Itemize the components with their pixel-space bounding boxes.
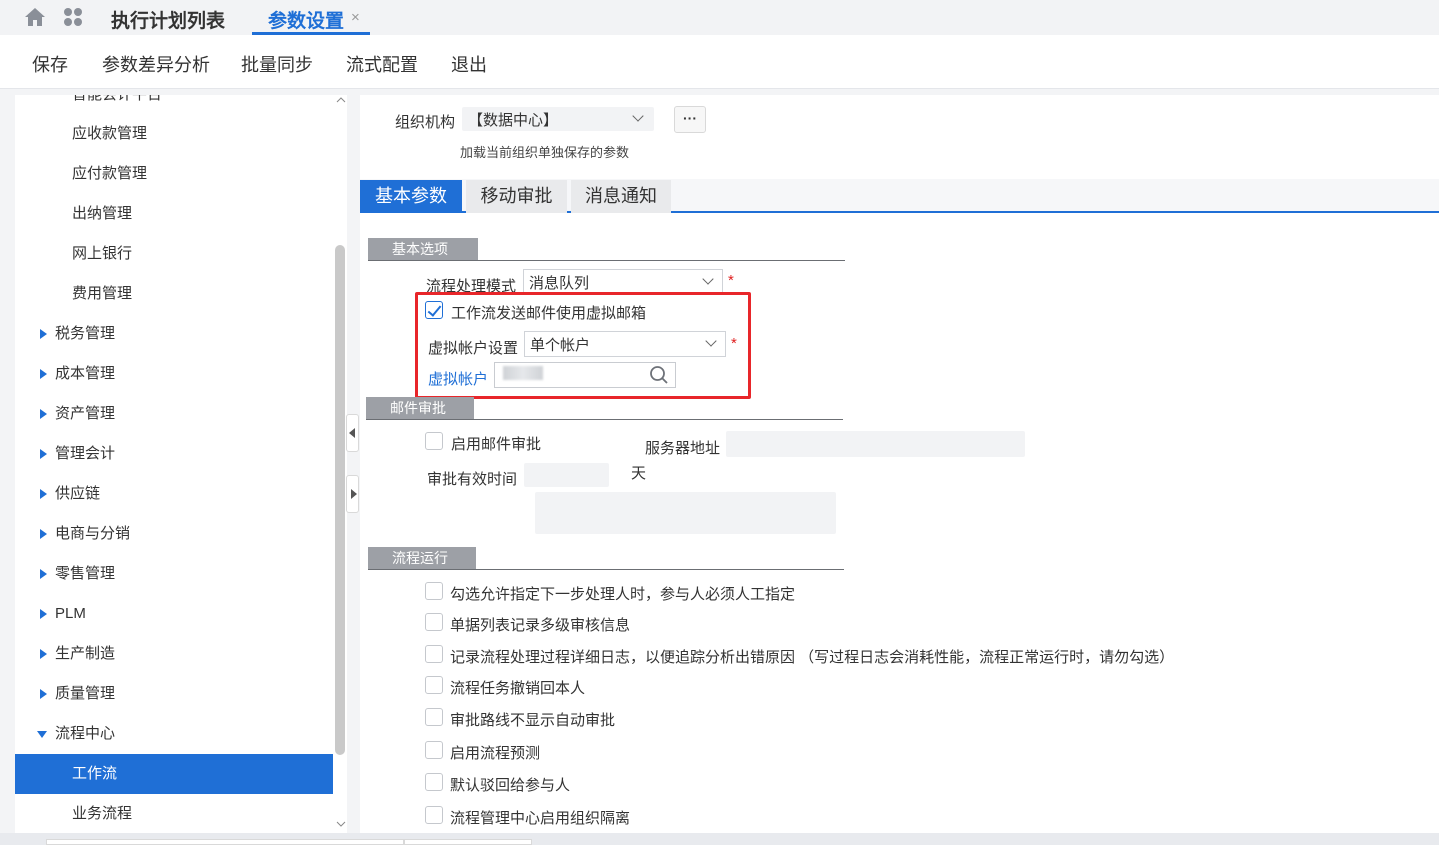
flow-option-label: 审批路线不显示自动审批 xyxy=(450,712,616,729)
batch-sync-button[interactable]: 批量同步 xyxy=(241,51,313,77)
expand-arrow-icon[interactable] xyxy=(40,649,47,659)
flow-option-checkbox[interactable] xyxy=(425,741,443,759)
section-flow-run: 流程运行 xyxy=(368,547,476,570)
tree-item[interactable]: PLM xyxy=(15,594,333,634)
diff-analysis-button[interactable]: 参数差异分析 xyxy=(102,51,210,77)
home-icon[interactable] xyxy=(24,7,46,27)
expand-right-handle[interactable] xyxy=(346,475,359,513)
collapse-left-handle[interactable] xyxy=(346,414,359,452)
tab-message-notice[interactable]: 消息通知 xyxy=(571,180,671,213)
mail-approval-textarea[interactable] xyxy=(535,492,836,534)
bottom-taskbar xyxy=(0,833,1439,845)
section-divider xyxy=(368,260,845,261)
tree-item[interactable]: 零售管理 xyxy=(15,554,333,594)
taskbar-segment[interactable] xyxy=(46,839,404,845)
tree-item[interactable]: 智能会计平台 xyxy=(15,95,333,115)
flow-option-checkbox[interactable] xyxy=(425,676,443,694)
org-label: 组织机构 xyxy=(395,114,456,131)
flow-option-checkbox[interactable] xyxy=(425,806,443,824)
expand-arrow-icon[interactable] xyxy=(40,449,47,459)
collapse-arrow-icon[interactable] xyxy=(37,731,47,738)
enable-mail-approval-checkbox[interactable] xyxy=(425,432,443,450)
flow-option-checkbox[interactable] xyxy=(425,582,443,600)
flow-option-checkbox[interactable] xyxy=(425,645,443,663)
valid-time-input[interactable] xyxy=(524,463,609,487)
flow-option-checkbox[interactable] xyxy=(425,773,443,791)
more-button[interactable]: ··· xyxy=(674,106,706,133)
highlight-box xyxy=(415,292,751,399)
expand-arrow-icon[interactable] xyxy=(40,569,47,579)
section-mail-approval: 邮件审批 xyxy=(366,397,474,420)
expand-arrow-icon[interactable] xyxy=(40,489,47,499)
save-button[interactable]: 保存 xyxy=(32,51,68,77)
tree-item[interactable]: 流程中心 xyxy=(15,714,333,754)
flow-option-label: 勾选允许指定下一步处理人时，参与人必须人工指定 xyxy=(450,586,796,603)
section-divider xyxy=(368,569,844,570)
server-address-input[interactable] xyxy=(726,431,1025,457)
expand-arrow-icon[interactable] xyxy=(40,529,47,539)
module-tree: 智能会计平台 应收款管理 应付款管理 出纳管理 网上银行 费用管理 税务管理 成… xyxy=(15,95,347,833)
scroll-down-icon[interactable] xyxy=(336,820,346,828)
tab-mobile-approval[interactable]: 移动审批 xyxy=(466,180,567,213)
expand-arrow-icon[interactable] xyxy=(40,689,47,699)
flow-config-button[interactable]: 流式配置 xyxy=(346,51,418,77)
tree-item[interactable]: 质量管理 xyxy=(15,674,333,714)
flow-option-checkbox[interactable] xyxy=(425,613,443,631)
triangle-left-icon xyxy=(349,428,355,438)
apps-grid-icon[interactable] xyxy=(62,7,84,27)
flow-option-checkbox[interactable] xyxy=(425,708,443,726)
tree-item[interactable]: 应收款管理 xyxy=(15,114,333,154)
flow-option-label: 记录流程处理过程详细日志，以便追踪分析出错原因 （写过程日志会消耗性能，流程正常… xyxy=(450,649,1175,666)
expand-arrow-icon[interactable] xyxy=(40,329,47,339)
scroll-up-icon[interactable] xyxy=(336,96,346,104)
day-unit: 天 xyxy=(631,465,647,482)
tree-item[interactable]: 供应链 xyxy=(15,474,333,514)
exit-button[interactable]: 退出 xyxy=(451,51,487,77)
flow-option-label: 流程管理中心启用组织隔离 xyxy=(450,810,631,827)
org-select[interactable]: 【数据中心】 xyxy=(462,107,654,131)
tree-item[interactable]: 应付款管理 xyxy=(15,154,333,194)
tree-item[interactable]: 出纳管理 xyxy=(15,194,333,234)
taskbar-segment[interactable] xyxy=(404,839,532,845)
section-divider xyxy=(366,419,843,420)
flow-option-label: 流程任务撤销回本人 xyxy=(450,680,586,697)
top-tab-bar: 执行计划列表 参数设置 × xyxy=(0,0,1439,35)
tree-item[interactable]: 成本管理 xyxy=(15,354,333,394)
flow-option-label: 启用流程预测 xyxy=(450,745,541,762)
tree-item[interactable]: 网上银行 xyxy=(15,234,333,274)
server-address-label: 服务器地址 xyxy=(645,440,721,457)
expand-arrow-icon[interactable] xyxy=(40,369,47,379)
org-hint: 加载当前组织单独保存的参数 xyxy=(460,145,630,160)
valid-time-label: 审批有效时间 xyxy=(427,471,518,488)
tree-item[interactable]: 生产制造 xyxy=(15,634,333,674)
chevron-down-icon xyxy=(702,273,714,285)
tree-item[interactable]: 业务流程 xyxy=(15,794,333,833)
tab-basic-params[interactable]: 基本参数 xyxy=(360,180,462,213)
tab-param-settings[interactable]: 参数设置 xyxy=(252,0,360,35)
expand-arrow-icon[interactable] xyxy=(40,609,47,619)
flow-option-label: 单据列表记录多级审核信息 xyxy=(450,617,631,634)
triangle-right-icon xyxy=(351,489,357,499)
tab-plan-list[interactable]: 执行计划列表 xyxy=(111,6,225,33)
tree-item[interactable]: 电商与分销 xyxy=(15,514,333,554)
close-icon[interactable]: × xyxy=(351,9,360,26)
toolbar: 保存 参数差异分析 批量同步 流式配置 退出 xyxy=(0,35,1439,89)
tree-item[interactable]: 资产管理 xyxy=(15,394,333,434)
required-mark: * xyxy=(728,272,734,289)
tree-item[interactable]: 费用管理 xyxy=(15,274,333,314)
section-basic-options: 基本选项 xyxy=(368,238,478,261)
tree-item[interactable]: 管理会计 xyxy=(15,434,333,474)
tree-item[interactable]: 税务管理 xyxy=(15,314,333,354)
tree-scrollbar-thumb[interactable] xyxy=(335,245,345,755)
expand-arrow-icon[interactable] xyxy=(40,409,47,419)
enable-mail-approval-label: 启用邮件审批 xyxy=(451,436,542,453)
chevron-down-icon xyxy=(632,110,644,122)
tree-item-workflow[interactable]: 工作流 xyxy=(15,754,333,794)
flow-option-label: 默认驳回给参与人 xyxy=(450,777,571,794)
